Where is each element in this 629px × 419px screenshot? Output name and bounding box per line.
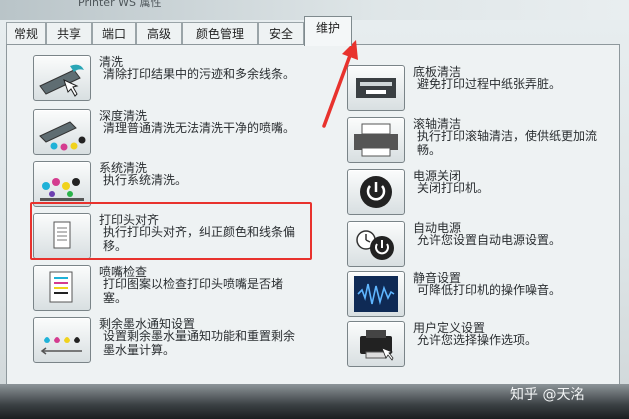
nozzle-check-item[interactable]: 喷嘴检查 打印图案以检查打印头喷嘴是否堵 塞。 [33, 265, 323, 313]
system-cleaning-desc: 执行系统清洗。 [103, 173, 188, 187]
tab-maintenance[interactable]: 维护 [304, 16, 352, 46]
quiet-mode-desc: 可降低打印机的操作噪音。 [417, 283, 562, 297]
cleaning-item[interactable]: 清洗 清除打印结果中的污迹和多余线条。 [33, 55, 323, 103]
power-off-item[interactable]: 电源关闭 关闭打印机。 [347, 169, 607, 217]
tab-general[interactable]: 常规 [6, 22, 46, 44]
tab-sharing[interactable]: 共享 [46, 22, 92, 44]
watermark: 知乎 @天洺 [510, 387, 585, 403]
custom-settings-item[interactable]: 用户定义设置 允许您选择操作选项。 [347, 321, 607, 369]
auto-power-icon[interactable] [347, 221, 405, 267]
printer-properties-window: Printer WS 属性 常规 共享 端口 高级 颜色管理 安全 维护 清洗 … [0, 0, 629, 419]
bottom-plate-cleaning-desc: 避免打印过程中纸张弄脏。 [417, 77, 562, 91]
tab-strip: 常规 共享 端口 高级 颜色管理 安全 维护 [0, 14, 629, 48]
ink-notification-item[interactable]: 剩余墨水通知设置 设置剩余墨水量通知功能和重置剩余 墨水量计算。 [33, 317, 323, 365]
system-cleaning-icon[interactable] [33, 161, 91, 207]
red-arrow-annotation [322, 40, 358, 128]
auto-power-item[interactable]: 自动电源 允许您设置自动电源设置。 [347, 221, 607, 269]
ink-notification-desc: 设置剩余墨水量通知功能和重置剩余 墨水量计算。 [103, 329, 296, 357]
deep-cleaning-icon[interactable] [33, 109, 91, 155]
cleaning-icon[interactable] [33, 55, 91, 101]
nozzle-check-icon[interactable] [33, 265, 91, 311]
bottom-plate-cleaning-item[interactable]: 底板清洁 避免打印过程中纸张弄脏。 [347, 65, 607, 113]
custom-settings-desc: 允许您选择操作选项。 [417, 333, 538, 347]
ink-notification-icon[interactable] [33, 317, 91, 363]
custom-settings-icon[interactable] [347, 321, 405, 367]
tab-advanced[interactable]: 高级 [136, 22, 182, 44]
auto-power-desc: 允许您设置自动电源设置。 [417, 233, 562, 247]
roller-cleaning-item[interactable]: 滚轴清洁 执行打印滚轴清洁，使供纸更加流 畅。 [347, 117, 607, 165]
deep-cleaning-item[interactable]: 深度清洗 清理普通清洗无法清洗干净的喷嘴。 [33, 109, 323, 157]
power-off-icon[interactable] [347, 169, 405, 215]
tab-color-management[interactable]: 颜色管理 [182, 22, 258, 44]
quiet-mode-icon[interactable] [347, 271, 405, 317]
deep-cleaning-desc: 清理普通清洗无法清洗干净的喷嘴。 [103, 121, 296, 135]
power-off-desc: 关闭打印机。 [417, 181, 490, 195]
tab-ports[interactable]: 端口 [92, 22, 136, 44]
cleaning-desc: 清除打印结果中的污迹和多余线条。 [103, 67, 296, 81]
nozzle-check-desc: 打印图案以检查打印头喷嘴是否堵 塞。 [103, 277, 284, 305]
roller-cleaning-desc: 执行打印滚轴清洁，使供纸更加流 畅。 [417, 129, 598, 157]
tab-security[interactable]: 安全 [258, 22, 304, 44]
window-title: Printer WS 属性 [78, 0, 162, 9]
quiet-mode-item[interactable]: 静音设置 可降低打印机的操作噪音。 [347, 271, 607, 319]
highlight-box [30, 202, 312, 260]
